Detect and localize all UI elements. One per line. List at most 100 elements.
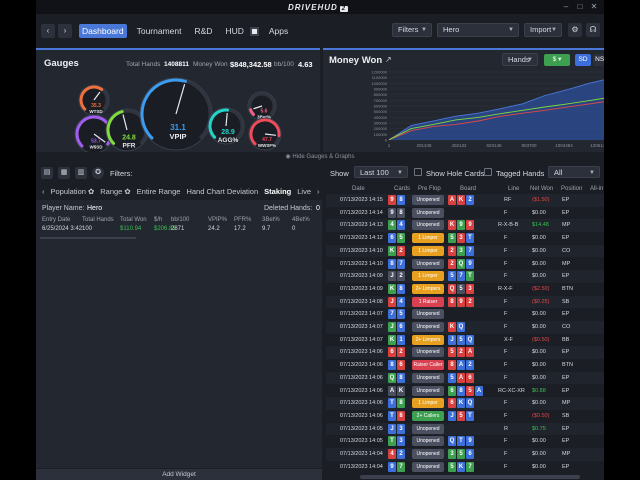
- settings-gear-icon[interactable]: ⚙: [568, 23, 582, 37]
- list-view-icon[interactable]: ▤: [41, 167, 53, 179]
- staking-col-header[interactable]: Entry Date: [42, 217, 70, 223]
- tab-range[interactable]: Range: [100, 187, 122, 196]
- back-button[interactable]: ‹: [41, 24, 55, 38]
- staking-col-header[interactable]: 3Bet%: [262, 217, 280, 223]
- gauges-panel: Gauges Total Hands 1408811 Money Won $84…: [36, 48, 320, 152]
- table-row[interactable]: 07/13/2023 14:09 K 8 2+ Limpers Q 5 3 R-X-F ($2.…: [326, 283, 604, 296]
- hand-position: EP: [562, 197, 570, 203]
- add-widget-button[interactable]: Add Widget: [36, 469, 322, 480]
- table-row[interactable]: 07/13/2023 14:06 8 6 Raiser Caller 8 A 2 F $0.00…: [326, 359, 604, 372]
- table-row[interactable]: 07/13/2023 14:14 9 8 Unopened F $0.00 EP: [326, 207, 604, 220]
- board-card: A: [448, 195, 456, 205]
- hand-date: 07/13/2023 14:12: [340, 235, 383, 242]
- import-dropdown[interactable]: Import ▼: [524, 23, 562, 37]
- tab-staking[interactable]: Staking: [264, 187, 291, 196]
- staking-col-header[interactable]: bb/100: [171, 217, 189, 223]
- chevron-down-icon: ▼: [421, 27, 427, 33]
- col-position[interactable]: Position: [561, 186, 582, 192]
- tab-hud[interactable]: HUD: [222, 24, 246, 38]
- table-row[interactable]: 07/13/2023 14:12 6 5 1 Limper 5 3 T F $0.00 EP: [326, 232, 604, 245]
- maximize-icon[interactable]: □: [574, 2, 586, 12]
- table-row[interactable]: 07/13/2023 14:09 J 2 1 Limper 5 7 T F $0.00 EP: [326, 270, 604, 283]
- close-icon[interactable]: ✕: [588, 2, 600, 12]
- table-row[interactable]: 07/13/2023 14:10 K 2 1 Limper 2 3 7 F $0.00 CO: [326, 244, 604, 258]
- tab-rnd[interactable]: R&D: [191, 24, 215, 38]
- hud-toggle[interactable]: [249, 26, 259, 36]
- filters-dropdown[interactable]: Filters ▼: [392, 23, 432, 37]
- hide-gauges-label: Hide Gauges & Graphs: [292, 154, 355, 160]
- table-row[interactable]: 07/13/2023 14:06 T 8 1 Limper 6 K Q F $0.00 MP: [326, 397, 604, 410]
- staking-col-header[interactable]: Total Won: [120, 217, 147, 223]
- table-row[interactable]: 07/13/2023 14:06 Q 8 Unopened 5 A 6 F $0.00 EP: [326, 371, 604, 385]
- staking-cell: 2871: [171, 226, 185, 232]
- col-date[interactable]: Date: [352, 186, 365, 192]
- col-net-won[interactable]: Net Won: [530, 186, 553, 192]
- population-gear-icon[interactable]: ✿: [88, 187, 94, 196]
- tab-tournament[interactable]: Tournament: [134, 24, 185, 38]
- tab-live[interactable]: Live: [297, 187, 311, 196]
- tagged-hands-checkbox[interactable]: [484, 168, 492, 176]
- table-row[interactable]: 07/13/2023 14:06 6 2 Unopened 5 2 A F $0.00 EP: [326, 346, 604, 360]
- hand-line: F: [504, 438, 508, 445]
- currency-toggle[interactable]: $ ▾: [544, 54, 570, 66]
- tab-entire-range[interactable]: Entire Range: [137, 187, 181, 196]
- table-row[interactable]: 07/13/2023 14:04 9 7 Unopened 5 K 7 F $0.00 EP: [326, 461, 604, 474]
- deleted-hands-label: Deleted Hands:: [264, 205, 313, 212]
- forward-button[interactable]: ›: [58, 24, 72, 38]
- table-row[interactable]: 07/13/2023 14:05 J 3 Unopened R $0.75 EP: [326, 422, 604, 436]
- table-row[interactable]: 07/13/2023 14:05 T 3 Unopened Q T 9 F $0.00 EP: [326, 435, 604, 448]
- tabs-prev-icon[interactable]: ‹: [42, 187, 45, 196]
- staking-col-header[interactable]: $/h: [154, 217, 162, 223]
- table-row[interactable]: 07/13/2023 14:13 4 4 Unopened K 9 9 R-X-B-B $14.…: [326, 219, 604, 233]
- board-card: 5: [457, 283, 465, 294]
- hands-select[interactable]: Hands ▼: [502, 53, 538, 66]
- tab-apps[interactable]: Apps: [266, 24, 291, 38]
- table-row[interactable]: 07/13/2023 14:07 K 1 2+ Limpers J 5 Q X-F ($0.50…: [326, 334, 604, 347]
- hand-position: CO: [562, 247, 571, 254]
- tab-hand-chart-deviation[interactable]: Hand Chart Deviation: [186, 187, 258, 196]
- grid-view-icon[interactable]: ▦: [58, 167, 70, 179]
- player-dropdown[interactable]: Hero ▼: [437, 23, 519, 37]
- staking-col-header[interactable]: PFR%: [234, 217, 251, 223]
- sd-button[interactable]: SD: [575, 54, 591, 66]
- range-gear-icon[interactable]: ✿: [124, 187, 130, 196]
- table-row[interactable]: 07/13/2023 14:04 4 2 Unopened 3 5 6 F $0.00 MP: [326, 448, 604, 461]
- tag-filter-label: All: [554, 168, 563, 177]
- table-row[interactable]: 07/13/2023 14:08 J 4 1 Raiser 8 9 2 F ($0.25) SB: [326, 295, 604, 309]
- staking-table-scrollbar[interactable]: [40, 237, 136, 239]
- hands-table-scrollbar[interactable]: [360, 475, 580, 479]
- board-card: 6: [448, 398, 456, 409]
- hand-date: 07/13/2023 14:07: [340, 324, 383, 330]
- tab-dashboard[interactable]: Dashboard: [79, 24, 127, 38]
- external-link-icon[interactable]: ↗: [385, 55, 392, 64]
- staking-col-header[interactable]: 4Bet%: [292, 217, 310, 223]
- staking-col-header[interactable]: VPIP%: [208, 217, 227, 223]
- table-row[interactable]: 07/13/2023 14:15 9 8 Unopened A K 2 RF ($1.50) EP: [326, 194, 604, 207]
- nsd-button[interactable]: NSD: [593, 54, 604, 66]
- last-hands-select[interactable]: Last 100 ▼: [354, 166, 408, 178]
- table-view-icon[interactable]: ▥: [75, 167, 87, 179]
- poker-chip-icon[interactable]: ✪: [92, 167, 104, 179]
- col-board[interactable]: Board: [460, 186, 476, 192]
- hole-card: 8: [397, 207, 405, 218]
- table-row[interactable]: 07/13/2023 14:06 A K Unopened 6 8 5 A RC-XC-XR $0…: [326, 385, 604, 398]
- col-cards[interactable]: Cards: [394, 186, 410, 192]
- tab-population[interactable]: Population: [51, 187, 86, 196]
- table-row[interactable]: 07/13/2023 14:06 T 8 2+ Callers J 5 T F ($0.50) S…: [326, 410, 604, 423]
- col-line[interactable]: Line: [508, 186, 519, 192]
- col-preflop[interactable]: Pre Flop: [418, 186, 441, 192]
- hide-gauges-bar[interactable]: ◉ Hide Gauges & Graphs: [36, 152, 604, 162]
- show-hole-cards-checkbox[interactable]: [414, 168, 422, 176]
- staking-col-header[interactable]: Total Hands: [82, 217, 114, 223]
- chart-ytick: 400000: [374, 115, 388, 120]
- table-row[interactable]: 07/13/2023 14:07 7 5 Unopened F $0.00 EP: [326, 308, 604, 321]
- tag-filter-select[interactable]: All ▼: [548, 166, 600, 178]
- table-row[interactable]: 07/13/2023 14:10 8 7 Unopened 2 Q 9 F $0.00 MP: [326, 258, 604, 271]
- col-all-in[interactable]: All-in: [590, 186, 603, 192]
- minimize-icon[interactable]: –: [560, 2, 572, 12]
- chart-xtick: 1004484: [555, 143, 573, 148]
- hand-position: EP: [562, 463, 570, 470]
- tabs-next-icon[interactable]: ›: [317, 187, 320, 196]
- table-row[interactable]: 07/13/2023 14:07 J 6 Unopened K Q F $0.00 CO: [326, 321, 604, 334]
- support-headset-icon[interactable]: ☊: [586, 23, 600, 37]
